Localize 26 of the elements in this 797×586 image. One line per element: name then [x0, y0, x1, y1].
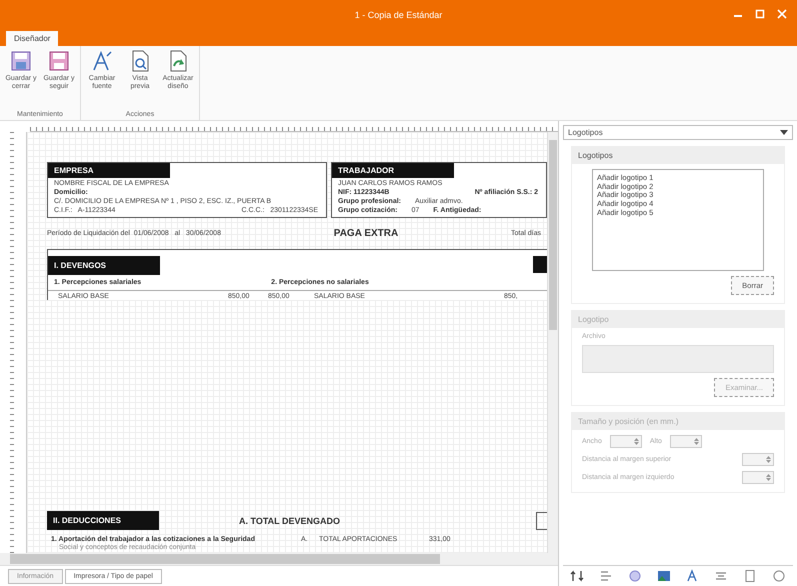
circle-icon[interactable] [628, 569, 642, 583]
maximize-icon[interactable] [755, 9, 765, 19]
window-title: 1 - Copia de Estándar [354, 10, 442, 20]
image-icon[interactable] [656, 569, 671, 583]
text-icon[interactable] [685, 569, 700, 583]
section-heading: I. DEVENGOS [48, 256, 160, 275]
section-heading: II. DEDUCCIONES [47, 511, 159, 530]
circle-icon[interactable] [772, 569, 786, 583]
section-title: Tamaño y posición (en mm.) [572, 413, 784, 430]
font-icon [91, 50, 113, 72]
ribbon-tab[interactable]: Diseñador [6, 31, 58, 46]
caret-icon [780, 130, 788, 136]
panel-dropdown[interactable]: Logotipos [563, 125, 793, 140]
heading-block [533, 256, 547, 273]
arrows-icon[interactable] [570, 569, 584, 583]
section-title: Logotipos [572, 147, 784, 164]
rectangle-icon[interactable] [742, 569, 757, 583]
section-heading: TRABAJADOR [332, 163, 454, 178]
section-title: Logotipo [572, 311, 784, 328]
close-icon[interactable] [777, 9, 787, 19]
section-heading: EMPRESA [48, 163, 170, 178]
vertical-scrollbar[interactable] [547, 132, 558, 553]
horizontal-scrollbar[interactable] [0, 553, 558, 565]
total-heading: A. TOTAL DEVENGADO [239, 516, 340, 526]
lines-icon[interactable] [599, 569, 614, 583]
pay-title: PAGA EXTRA [334, 228, 398, 239]
